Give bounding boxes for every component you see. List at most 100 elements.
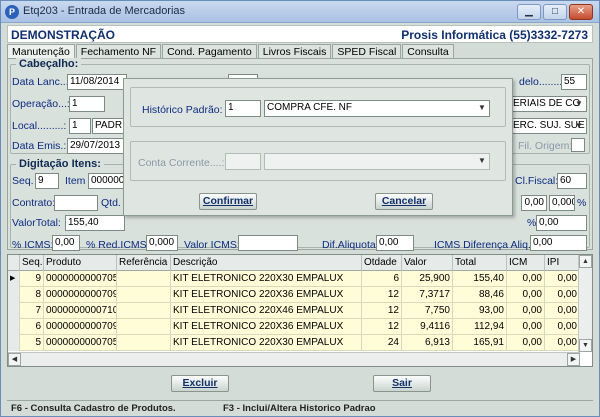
merc-select[interactable]: ERC. SUJ. SUE ▼	[510, 118, 587, 134]
vertical-scrollbar[interactable]: ▲ ▼	[578, 255, 592, 352]
scroll-up-icon[interactable]: ▲	[579, 255, 592, 268]
confirmar-button[interactable]: Confirmar	[199, 193, 257, 210]
valor-icms-field[interactable]	[238, 235, 298, 251]
materiais-select[interactable]: ERIAIS DE CO ▼	[510, 96, 587, 112]
col-ipi[interactable]: IPI	[545, 255, 580, 271]
contrato-field[interactable]	[54, 195, 98, 211]
icms-field[interactable]: 0,00	[52, 235, 80, 251]
scroll-left-icon[interactable]: ◀	[8, 353, 21, 366]
table-header: Seq. Produto Referência Descrição Otdade…	[8, 255, 580, 271]
local-field[interactable]: 1	[69, 118, 91, 134]
cell-desc: KIT ELETRONICO 220X30 EMPALUX	[171, 335, 362, 351]
data-emis-field[interactable]: 29/07/2013	[67, 138, 129, 154]
operacao-label: Operação...:	[12, 98, 70, 110]
col-seq[interactable]: Seq.	[20, 255, 44, 271]
cell-seq: 6	[20, 319, 44, 335]
horizontal-scrollbar[interactable]: ◀ ▶	[8, 352, 580, 366]
clfiscal-field[interactable]: 60	[557, 173, 587, 189]
pct2-field[interactable]: 0,000	[549, 195, 575, 211]
data-emis-label: Data Emis.:	[12, 140, 67, 152]
cell-total: 155,40	[453, 271, 507, 287]
minimize-icon[interactable]: ▁	[517, 4, 541, 20]
scroll-right-icon[interactable]: ▶	[567, 353, 580, 366]
table-row[interactable]: 5 0000000000705 KIT ELETRONICO 220X30 EMPA…	[8, 335, 580, 351]
cell-ref	[117, 335, 171, 351]
dif-aliq-field[interactable]: 0,00	[376, 235, 414, 251]
cell-ipi: 0,00	[545, 287, 580, 303]
title-bar: P Etq203 - Entrada de Mercadorias ▁ □ ✕	[1, 1, 599, 23]
pct3-field[interactable]: 0,00	[536, 215, 587, 231]
row-indicator	[8, 319, 20, 335]
close-icon[interactable]: ✕	[569, 4, 593, 20]
dif-aliq-label: Dif.Aliquota:	[322, 239, 379, 251]
col-qtdade[interactable]: Otdade	[362, 255, 402, 271]
table-row[interactable]: 8 0000000000709 KIT ELETRONICO 220X36 EMPA…	[8, 287, 580, 303]
cell-icm: 0,00	[507, 287, 545, 303]
col-produto[interactable]: Produto	[44, 255, 117, 271]
items-table[interactable]: Seq. Produto Referência Descrição Otdade…	[7, 254, 593, 367]
cell-ref	[117, 303, 171, 319]
cell-qtd: 12	[362, 303, 402, 319]
col-total[interactable]: Total	[453, 255, 507, 271]
seq-label: Seq.	[12, 175, 34, 187]
chevron-down-icon[interactable]: ▼	[573, 120, 585, 132]
operacao-field[interactable]: 1	[69, 96, 105, 112]
valor-icms-label: Valor ICMS:	[184, 239, 240, 251]
tab-consulta[interactable]: Consulta	[402, 44, 454, 59]
current-row-icon: ▶	[8, 271, 20, 287]
conta-select[interactable]: ▼	[264, 153, 490, 170]
data-lanc-field[interactable]: 11/08/2014	[67, 74, 127, 90]
chevron-down-icon[interactable]: ▼	[476, 102, 488, 114]
modelo-field[interactable]: 55	[561, 74, 587, 90]
cell-valor: 6,913	[402, 335, 453, 351]
local-label: Local.........:	[12, 120, 67, 132]
historico-label: Histórico Padrão:	[142, 104, 223, 116]
cell-produto: 0000000000705	[44, 271, 117, 287]
cell-seq: 5	[20, 335, 44, 351]
table-row[interactable]: ▶ 9 0000000000705 KIT ELETRONICO 220X30 EMP…	[8, 271, 580, 287]
seq-field[interactable]: 9	[35, 173, 59, 189]
cell-icm: 0,00	[507, 319, 545, 335]
cell-valor: 9,4116	[402, 319, 453, 335]
fil-origem-checkbox[interactable]	[571, 138, 585, 152]
red-icms-field[interactable]: 0,000	[146, 235, 178, 251]
cell-icm: 0,00	[507, 303, 545, 319]
cell-valor: 25,900	[402, 271, 453, 287]
maximize-icon[interactable]: □	[543, 4, 567, 20]
cell-produto: 0000000000709	[44, 319, 117, 335]
historico-code-field[interactable]: 1	[225, 100, 261, 117]
item-field[interactable]: 0000000	[88, 173, 126, 189]
cell-valor: 7,750	[402, 303, 453, 319]
col-descricao[interactable]: Descrição	[171, 255, 362, 271]
col-valor[interactable]: Valor	[402, 255, 453, 271]
cell-total: 88,46	[453, 287, 507, 303]
col-referencia[interactable]: Referência	[117, 255, 171, 271]
cell-seq: 7	[20, 303, 44, 319]
conta-label: Conta Corrente....:	[138, 157, 225, 169]
col-icm[interactable]: ICM	[507, 255, 545, 271]
cell-desc: KIT ELETRONICO 220X46 EMPALUX	[171, 303, 362, 319]
valortotal-field[interactable]: 155,40	[65, 215, 125, 231]
chevron-down-icon[interactable]: ▼	[476, 155, 488, 167]
cancelar-button[interactable]: Cancelar	[375, 193, 433, 210]
cell-produto: 0000000000705	[44, 335, 117, 351]
cell-produto: 0000000000710	[44, 303, 117, 319]
tab-sped-fiscal[interactable]: SPED Fiscal	[332, 44, 402, 59]
tab-cond-pagamento[interactable]: Cond. Pagamento	[162, 44, 257, 59]
table-row[interactable]: 6 0000000000709 KIT ELETRONICO 220X36 EMPA…	[8, 319, 580, 335]
excluir-button[interactable]: Excluir	[171, 375, 229, 392]
conta-code-field[interactable]	[225, 153, 261, 170]
sair-button[interactable]: Sair	[373, 375, 431, 392]
tab-fechamento-nf[interactable]: Fechamento NF	[75, 44, 162, 59]
tab-livros-fiscais[interactable]: Livros Fiscais	[257, 44, 332, 59]
pct3-sign: %	[527, 217, 537, 229]
cell-ref	[117, 319, 171, 335]
digitacao-title: Digitação Itens:	[16, 158, 104, 170]
pct1-field[interactable]: 0,00	[521, 195, 547, 211]
chevron-down-icon[interactable]: ▼	[573, 98, 585, 110]
historico-select[interactable]: COMPRA CFE. NF ▼	[264, 100, 490, 117]
table-row[interactable]: 7 0000000000710 KIT ELETRONICO 220X46 EMPA…	[8, 303, 580, 319]
icms-dif-field[interactable]: 0,00	[530, 235, 587, 251]
item-label: Item	[65, 175, 86, 187]
scroll-down-icon[interactable]: ▼	[579, 339, 592, 352]
